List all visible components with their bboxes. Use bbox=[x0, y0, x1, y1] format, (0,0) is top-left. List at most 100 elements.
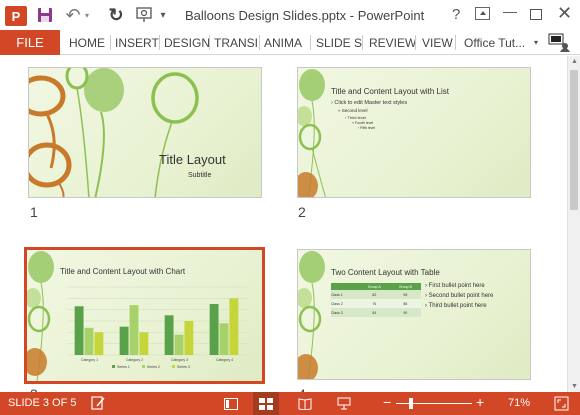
data-table: Group A Group B Class 1 82 95 Class 2 76… bbox=[331, 283, 421, 317]
account-name[interactable]: Office Tut... bbox=[464, 30, 525, 55]
tab-home[interactable]: HOME bbox=[69, 30, 105, 55]
slide-indicator: SLIDE 3 OF 5 bbox=[8, 397, 77, 409]
balloons-graphic bbox=[29, 68, 199, 197]
table-header-cell bbox=[331, 283, 359, 290]
tab-separator bbox=[455, 35, 456, 50]
bullet-level-2: » Second level bbox=[338, 108, 368, 113]
category-label: Category 4 bbox=[216, 358, 233, 362]
tab-review[interactable]: REVIEW bbox=[369, 30, 416, 55]
table-row: Class 3 84 90 bbox=[331, 308, 421, 317]
chart-bar bbox=[184, 321, 194, 355]
document-title: Balloons Design Slides.pptx - PowerPoint bbox=[185, 8, 425, 23]
start-from-beginning-icon[interactable] bbox=[135, 6, 153, 24]
tab-separator bbox=[362, 35, 363, 50]
table-cell: Class 3 bbox=[331, 310, 343, 315]
slide-title: Title and Content Layout with Chart bbox=[60, 267, 186, 276]
legend-swatch bbox=[112, 365, 115, 368]
undo-icon[interactable]: ↶ bbox=[64, 5, 82, 25]
bullet-level-3: › Third level bbox=[345, 115, 366, 120]
tab-separator bbox=[209, 35, 210, 50]
table-row: Class 1 82 95 bbox=[331, 290, 421, 299]
table-cell: Class 2 bbox=[331, 301, 343, 306]
tab-separator bbox=[259, 35, 260, 50]
vertical-scrollbar[interactable]: ▲ ▼ bbox=[567, 56, 580, 392]
table-cell: 88 bbox=[403, 301, 408, 306]
chart-bar bbox=[74, 306, 84, 355]
chart-bar bbox=[84, 327, 94, 355]
chart-bar bbox=[209, 304, 219, 355]
legend-label: Series 2 bbox=[147, 365, 160, 369]
slide-title: Title and Content Layout with List bbox=[331, 87, 449, 96]
category-label: Category 1 bbox=[81, 358, 98, 362]
slide-title: Two Content Layout with Table bbox=[331, 268, 440, 277]
avatar[interactable] bbox=[548, 32, 570, 52]
maximize-button[interactable] bbox=[530, 9, 542, 20]
zoom-slider[interactable] bbox=[396, 403, 472, 404]
repeat-icon[interactable]: ↻ bbox=[107, 5, 125, 25]
chart-bar bbox=[219, 323, 229, 355]
bullet-level-1: › Click to edit Master text styles bbox=[331, 100, 408, 106]
chart-bar bbox=[94, 332, 104, 355]
slide-show-view-button[interactable] bbox=[331, 392, 357, 415]
normal-view-button[interactable] bbox=[218, 392, 244, 415]
slide-thumbnail-3[interactable]: Title and Content Layout with Chart Cate… bbox=[24, 247, 265, 384]
help-button[interactable]: ? bbox=[452, 6, 460, 23]
ribbon-display-options-button[interactable] bbox=[475, 7, 490, 20]
tab-view[interactable]: VIEW bbox=[422, 30, 453, 55]
bullet-item: › Second bullet point here bbox=[425, 293, 494, 299]
tab-design[interactable]: DESIGN bbox=[164, 30, 210, 55]
scroll-down-icon[interactable]: ▼ bbox=[571, 383, 578, 390]
chart-bar bbox=[229, 298, 239, 355]
powerpoint-logo-icon[interactable]: P bbox=[5, 6, 27, 26]
slide-thumbnail-4[interactable]: Two Content Layout with Table Group A Gr… bbox=[297, 249, 531, 380]
zoom-in-button[interactable]: + bbox=[476, 394, 484, 410]
slide-title: Title Layout bbox=[159, 152, 226, 167]
category-label: Category 3 bbox=[171, 358, 188, 362]
table-header-cell: Group A bbox=[367, 284, 381, 289]
scroll-up-icon[interactable]: ▲ bbox=[571, 58, 578, 65]
tab-separator bbox=[159, 35, 160, 50]
slide-number: 1 bbox=[30, 204, 38, 220]
notes-icon[interactable] bbox=[90, 395, 106, 414]
table-cell: 95 bbox=[403, 292, 408, 297]
zoom-slider-thumb[interactable] bbox=[409, 398, 414, 409]
status-bar: SLIDE 3 OF 5 − + 71% bbox=[0, 392, 580, 415]
chart-bar bbox=[139, 332, 149, 355]
legend-swatch bbox=[172, 365, 175, 368]
reading-view-button[interactable] bbox=[292, 392, 318, 415]
undo-dropdown-icon[interactable]: ▾ bbox=[82, 6, 92, 24]
slide-thumbnail-1[interactable]: Title Layout Subtitle bbox=[28, 67, 262, 198]
account-dropdown-icon[interactable]: ▾ bbox=[534, 38, 538, 47]
tab-file[interactable]: FILE bbox=[0, 30, 60, 55]
scrollbar-thumb[interactable] bbox=[570, 70, 578, 210]
bullet-item: › First bullet point here bbox=[425, 283, 485, 289]
zoom-level[interactable]: 71% bbox=[508, 397, 530, 409]
tab-transitions[interactable]: TRANSI bbox=[214, 30, 258, 55]
table-header-row: Group A Group B bbox=[331, 283, 421, 290]
chart-bar bbox=[129, 305, 139, 355]
customize-toolbar-icon[interactable]: ▾ bbox=[158, 6, 168, 24]
tab-animations[interactable]: ANIMA bbox=[264, 30, 302, 55]
tab-insert[interactable]: INSERT bbox=[115, 30, 159, 55]
slide-number: 2 bbox=[298, 204, 306, 220]
bullet-item: › Third bullet point here bbox=[425, 303, 487, 309]
chart-bar bbox=[164, 315, 174, 355]
fit-slide-to-window-icon[interactable] bbox=[554, 396, 569, 414]
table-cell: 90 bbox=[403, 310, 408, 315]
slide-thumbnail-2[interactable]: Title and Content Layout with List › Cli… bbox=[297, 67, 531, 198]
close-button[interactable]: ✕ bbox=[557, 3, 572, 24]
tab-slide-show[interactable]: SLIDE S bbox=[316, 30, 362, 55]
legend-label: Series 1 bbox=[117, 365, 130, 369]
table-cell: 84 bbox=[372, 310, 377, 315]
bullet-level-4: » Fourth level bbox=[352, 121, 374, 125]
table-cell: Class 1 bbox=[331, 292, 343, 297]
bullet-level-5: › Fifth level bbox=[358, 126, 376, 130]
table-cell: 82 bbox=[372, 292, 377, 297]
slide-sorter-view-button[interactable] bbox=[253, 392, 279, 415]
save-icon[interactable] bbox=[36, 6, 54, 24]
legend-swatch bbox=[142, 365, 145, 368]
zoom-out-button[interactable]: − bbox=[383, 394, 391, 410]
chart-bar bbox=[119, 326, 129, 355]
minimize-button[interactable]: — bbox=[503, 3, 517, 19]
tab-separator bbox=[415, 35, 416, 50]
